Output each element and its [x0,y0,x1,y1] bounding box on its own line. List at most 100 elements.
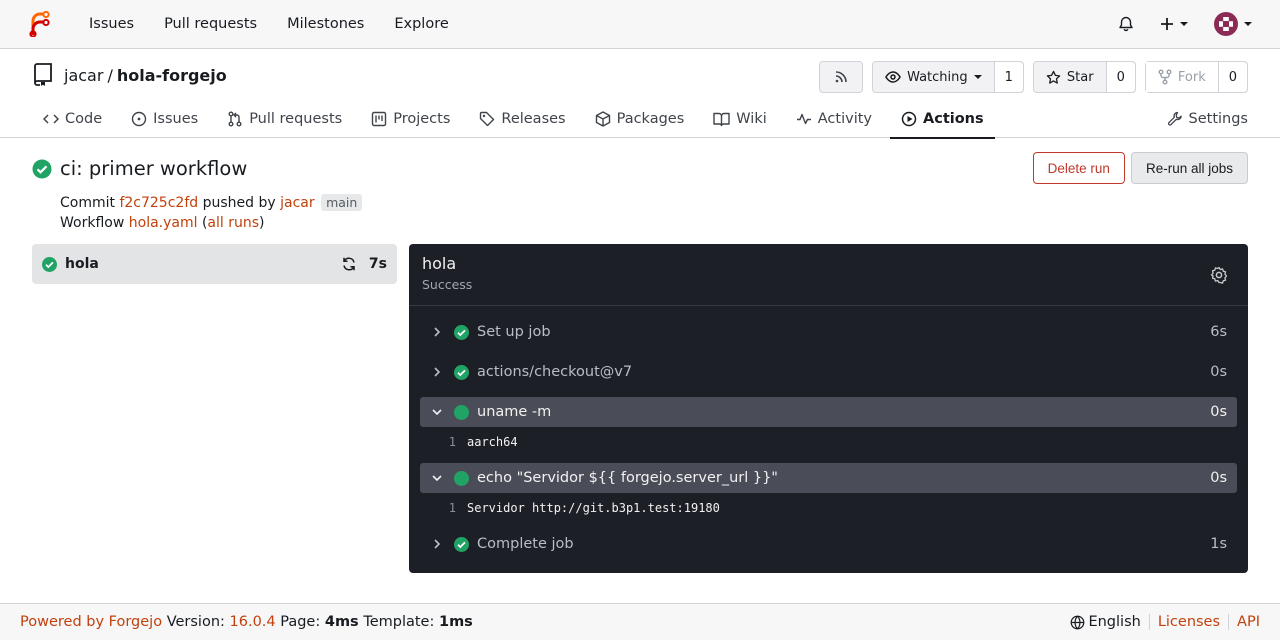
watch-button[interactable]: Watching 1 [872,61,1024,93]
tab-settings[interactable]: Settings [1156,99,1248,138]
tab-pull-requests[interactable]: Pull requests [216,99,353,138]
tab-label: Settings [1188,110,1248,127]
chevron-right-icon [434,367,441,377]
nav-milestones[interactable]: Milestones [272,16,379,32]
fork-icon [1158,69,1172,85]
repo-title: jacar / hola-forgejo [32,63,227,87]
caret-down-icon [1180,22,1188,26]
step-time: 0s [1210,470,1227,486]
step-row[interactable]: Set up job 6s [420,317,1237,347]
fork-label: Fork [1177,69,1206,85]
fork-button[interactable]: Fork 0 [1144,61,1248,93]
workflow-file-link[interactable]: hola.yaml [129,215,198,231]
nav-explore[interactable]: Explore [379,16,463,32]
notifications-bell-icon[interactable] [1118,16,1134,32]
footer-right: English Licenses API [1070,614,1260,630]
author-link[interactable]: jacar [280,195,315,211]
chevron-down-icon [432,475,442,482]
repo-name-link[interactable]: hola-forgejo [117,66,227,85]
pulse-icon [796,113,811,124]
caret-down-icon [973,75,982,79]
repo-header: jacar / hola-forgejo Watching 1 Star 0 F… [0,49,1280,139]
log-job-name: hola [422,254,457,273]
chevron-right-icon [434,539,441,549]
nav-pull-requests[interactable]: Pull requests [149,16,272,32]
tab-label: Projects [393,110,451,127]
tab-label: Packages [616,110,685,127]
top-navbar: Issues Pull requests Milestones Explore [0,0,1280,49]
issue-icon [131,111,147,126]
footer-divider [1228,614,1230,630]
line-number[interactable]: 1 [420,435,467,449]
repo-owner-link[interactable]: jacar [64,66,103,85]
step-time: 0s [1210,364,1227,380]
plus-icon [1161,18,1173,30]
forgejo-logo[interactable] [28,11,74,37]
chevron-down-icon [432,409,442,416]
rss-feed-button[interactable] [819,61,864,93]
step-time: 0s [1210,404,1227,420]
code-icon [43,113,59,124]
play-icon [901,111,917,126]
delete-run-button[interactable]: Delete run [1032,152,1125,184]
watch-count[interactable]: 1 [993,62,1023,92]
success-check-icon [42,256,57,272]
footer: Powered by Forgejo Version: 16.0.4 Page:… [0,603,1280,640]
run-meta: Commit f2c725c2fd pushed by jacar main W… [60,193,363,233]
tab-label: Wiki [736,110,767,127]
commit-sha-link[interactable]: f2c725c2fd [119,195,198,211]
line-number[interactable]: 1 [420,501,467,515]
log-header: hola Success [409,244,1248,306]
rerun-all-jobs-button[interactable]: Re-run all jobs [1130,152,1248,184]
powered-by-link[interactable]: Powered by Forgejo [20,614,162,630]
gear-icon[interactable] [1210,266,1228,284]
package-icon [595,110,610,127]
tab-issues[interactable]: Issues [120,99,209,138]
create-new-dropdown[interactable] [1160,17,1188,31]
step-row[interactable]: actions/checkout@v7 0s [420,357,1237,387]
step-row-expanded[interactable]: echo "Servidor ${{ forgejo.server_url }}… [420,463,1237,493]
star-button[interactable]: Star 0 [1032,61,1136,93]
tab-label: Activity [817,110,872,127]
run-title-text: ci: primer workflow [60,157,248,180]
tab-code[interactable]: Code [32,99,113,138]
language-selector[interactable]: English [1070,614,1141,630]
pull-request-icon [228,111,242,126]
star-count[interactable]: 0 [1105,62,1135,92]
job-list-item[interactable]: hola 7s [32,244,397,284]
tab-label: Code [65,110,103,127]
step-row[interactable]: Complete job 1s [420,529,1237,559]
step-name: uname -m [477,404,552,420]
all-runs-link[interactable]: all runs [207,215,259,231]
tab-wiki[interactable]: Wiki [702,99,777,138]
tab-label: Pull requests [249,110,343,127]
caret-down-icon [1244,22,1252,26]
version-link[interactable]: 16.0.4 [230,614,276,630]
api-link[interactable]: API [1237,614,1260,630]
step-row-expanded[interactable]: uname -m 0s [420,397,1237,427]
repo-separator: / [107,65,113,85]
step-name: actions/checkout@v7 [477,364,633,380]
job-name: hola [65,256,99,272]
fork-count[interactable]: 0 [1217,62,1247,92]
template-time: 1ms [438,614,473,630]
tab-projects[interactable]: Projects [360,99,461,138]
workflow-line: Workflow hola.yaml (all runs) [60,213,362,233]
branch-badge[interactable]: main [321,194,363,211]
page-label: Page: [280,614,321,630]
tab-activity[interactable]: Activity [785,99,883,138]
nav-issues[interactable]: Issues [74,16,149,32]
pushed-by-text: pushed by [202,195,276,211]
tab-packages[interactable]: Packages [584,99,696,138]
tab-label: Releases [501,110,566,127]
step-name: echo "Servidor ${{ forgejo.server_url }}… [477,470,778,486]
tab-label: Issues [153,110,199,127]
language-label: English [1088,614,1141,630]
tab-actions[interactable]: Actions [890,99,995,139]
commit-line: Commit f2c725c2fd pushed by jacar main [60,193,363,213]
tab-releases[interactable]: Releases [468,99,576,138]
log-job-status: Success [422,277,473,292]
user-menu[interactable] [1214,12,1252,36]
star-label: Star [1066,69,1094,85]
licenses-link[interactable]: Licenses [1158,614,1220,630]
